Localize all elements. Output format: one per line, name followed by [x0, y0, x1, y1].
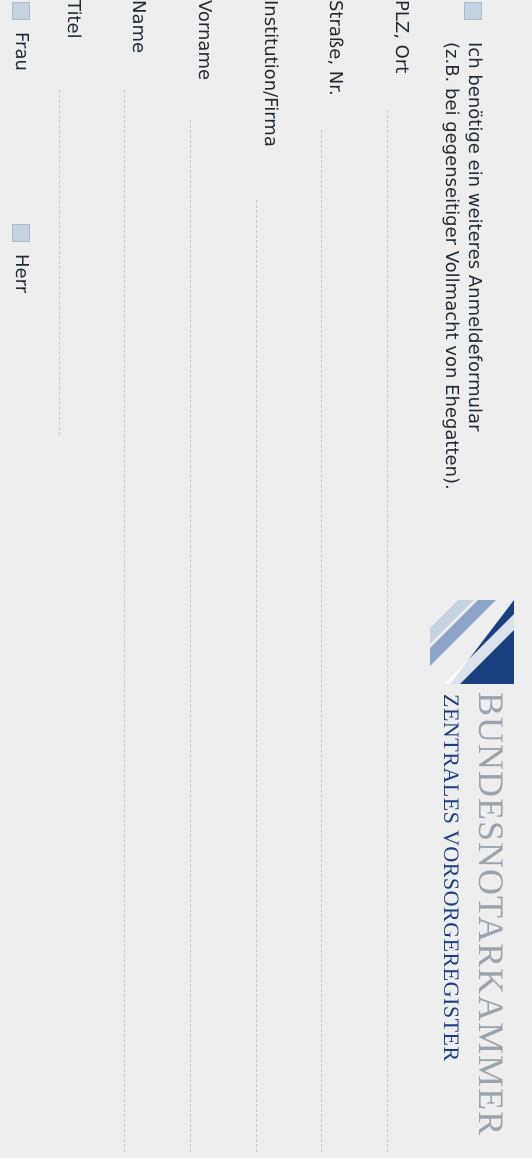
- checkbox-frau[interactable]: [12, 2, 30, 20]
- field-label-vorname: Vorname: [194, 0, 215, 81]
- field-label-plz-ort: PLZ, Ort: [391, 0, 412, 74]
- brand-subtitle: ZENTRALES VORSORGEREGISTER: [439, 694, 464, 1062]
- field-label-institution: Institution/Firma: [260, 0, 281, 147]
- input-line-strasse[interactable]: [321, 130, 322, 1152]
- input-line-titel[interactable]: [59, 90, 60, 435]
- option-label-herr: Herr: [11, 254, 32, 294]
- input-line-plz-ort[interactable]: [387, 110, 388, 1152]
- bnotk-logo-icon: [430, 600, 514, 684]
- registration-form-page: Frau Herr Titel Name Vorname Institution…: [0, 0, 532, 1158]
- option-label-frau: Frau: [11, 32, 32, 71]
- checkbox-additional-form[interactable]: [464, 2, 482, 20]
- additional-form-line2: (z.B. bei gegenseitiger Vollmacht von Eh…: [441, 42, 462, 490]
- input-line-name[interactable]: [124, 90, 125, 1152]
- additional-form-text: Ich benötige ein weiteres Anmeldeformula…: [440, 42, 486, 490]
- field-label-name: Name: [128, 0, 149, 54]
- field-label-strasse: Straße, Nr.: [325, 0, 346, 96]
- rotated-form-sheet: Frau Herr Titel Name Vorname Institution…: [0, 0, 532, 1158]
- input-line-vorname[interactable]: [190, 120, 191, 1152]
- checkbox-herr[interactable]: [12, 224, 30, 242]
- input-line-institution[interactable]: [256, 200, 257, 1152]
- field-label-titel: Titel: [63, 0, 84, 39]
- brand-block: BUNDESNOTARKAMMER ZENTRALES VORSORGEREGI…: [424, 600, 514, 1140]
- additional-form-line1: Ich benötige ein weiteres Anmeldeformula…: [464, 42, 485, 432]
- brand-name: BUNDESNOTARKAMMER: [471, 692, 511, 1137]
